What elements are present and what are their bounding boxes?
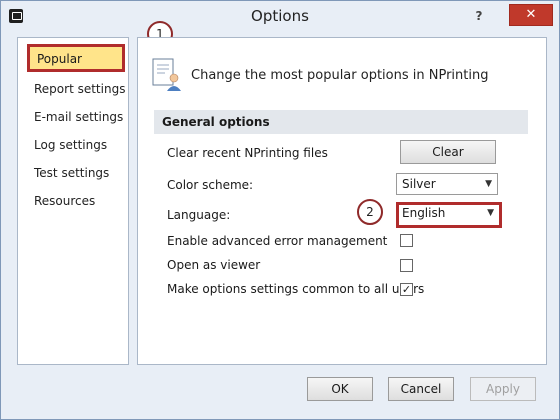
advanced-error-label: Enable advanced error management — [167, 234, 388, 248]
language-value: English — [402, 206, 446, 220]
open-as-viewer-label: Open as viewer — [167, 258, 261, 272]
sidebar-item-email-settings[interactable]: E-mail settings — [18, 104, 128, 130]
common-settings-checkbox[interactable]: ✓ — [400, 283, 413, 296]
apply-button[interactable]: Apply — [470, 377, 536, 401]
general-options-header: General options — [154, 110, 528, 134]
advanced-error-checkbox[interactable] — [400, 234, 413, 247]
cancel-button[interactable]: Cancel — [388, 377, 454, 401]
color-scheme-label: Color scheme: — [167, 178, 254, 192]
language-label: Language: — [167, 208, 231, 222]
language-select[interactable]: English ▼ — [396, 202, 502, 228]
clear-button[interactable]: Clear — [400, 140, 496, 164]
page-header-text: Change the most popular options in NPrin… — [191, 68, 489, 83]
options-content-panel: Change the most popular options in NPrin… — [137, 37, 547, 365]
options-sidebar: Popular Report settings E-mail settings … — [17, 37, 129, 365]
sidebar-item-test-settings[interactable]: Test settings — [18, 160, 128, 186]
sidebar-item-resources[interactable]: Resources — [18, 188, 128, 214]
chevron-down-icon: ▼ — [487, 208, 494, 218]
close-button[interactable]: ✕ — [509, 4, 553, 26]
color-scheme-select[interactable]: Silver ▼ — [396, 173, 498, 195]
ok-button[interactable]: OK — [307, 377, 373, 401]
popular-options-icon — [152, 58, 181, 91]
options-dialog: Options ? ✕ Popular Report settings E-ma… — [0, 0, 560, 420]
color-scheme-value: Silver — [402, 177, 436, 191]
common-settings-label: Make options settings common to all user… — [167, 282, 425, 296]
sidebar-item-popular[interactable]: Popular — [27, 44, 125, 72]
open-as-viewer-checkbox[interactable] — [400, 259, 413, 272]
clear-recent-files-label: Clear recent NPrinting files — [167, 146, 328, 160]
sidebar-item-report-settings[interactable]: Report settings — [18, 76, 128, 102]
title-bar: Options ? ✕ — [1, 1, 559, 31]
callout-marker-2: 2 — [357, 199, 383, 225]
sidebar-item-log-settings[interactable]: Log settings — [18, 132, 128, 158]
chevron-down-icon: ▼ — [485, 179, 492, 189]
help-button[interactable]: ? — [467, 6, 491, 26]
